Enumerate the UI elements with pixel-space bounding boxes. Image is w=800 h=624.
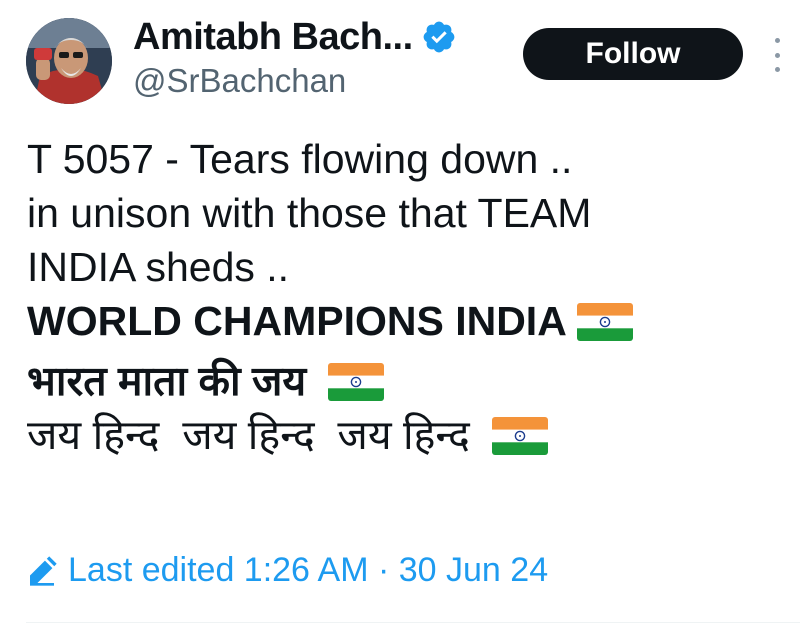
tweet-text: T 5057 - Tears flowing down .. in unison… <box>27 132 787 462</box>
tweet-line: जय हिन्द जय हिन्द जय हिन्द <box>27 408 787 462</box>
avatar[interactable] <box>26 18 112 104</box>
tweet-line-bold: भारत माता की जय <box>27 354 787 408</box>
divider <box>26 622 800 623</box>
author-display-name[interactable]: Amitabh Bach... <box>133 16 413 59</box>
indian-flag-icon <box>491 417 548 455</box>
tweet-line-bold: WORLD CHAMPIONS INDIA <box>27 294 787 348</box>
tweet-line: in unison with those that TEAM <box>27 190 592 236</box>
last-edited-text: Last edited 1:26 AM · 30 Jun 24 <box>68 551 549 589</box>
tweet-line-text: WORLD CHAMPIONS INDIA <box>27 298 567 344</box>
more-dot <box>774 38 780 43</box>
indian-flag-icon <box>576 303 633 341</box>
tweet-line-text: भारत माता की जय <box>27 358 307 404</box>
more-dot <box>774 67 780 72</box>
author-handle[interactable]: @SrBachchan <box>133 62 346 100</box>
tweet-line-text: जय हिन्द जय हिन्द जय हिन्द <box>27 412 470 458</box>
follow-button[interactable]: Follow <box>523 28 743 80</box>
more-dot <box>774 52 780 58</box>
last-edited-link[interactable]: Last edited 1:26 AM · 30 Jun 24 <box>26 551 548 590</box>
pencil-icon <box>30 555 57 586</box>
more-options-icon[interactable] <box>770 38 784 72</box>
verified-badge-icon <box>423 21 455 53</box>
indian-flag-icon <box>328 363 385 401</box>
tweet-line: INDIA sheds .. <box>27 244 290 290</box>
tweet-line: T 5057 - Tears flowing down .. <box>27 136 573 182</box>
author-name-row[interactable]: Amitabh Bach... <box>133 14 457 60</box>
